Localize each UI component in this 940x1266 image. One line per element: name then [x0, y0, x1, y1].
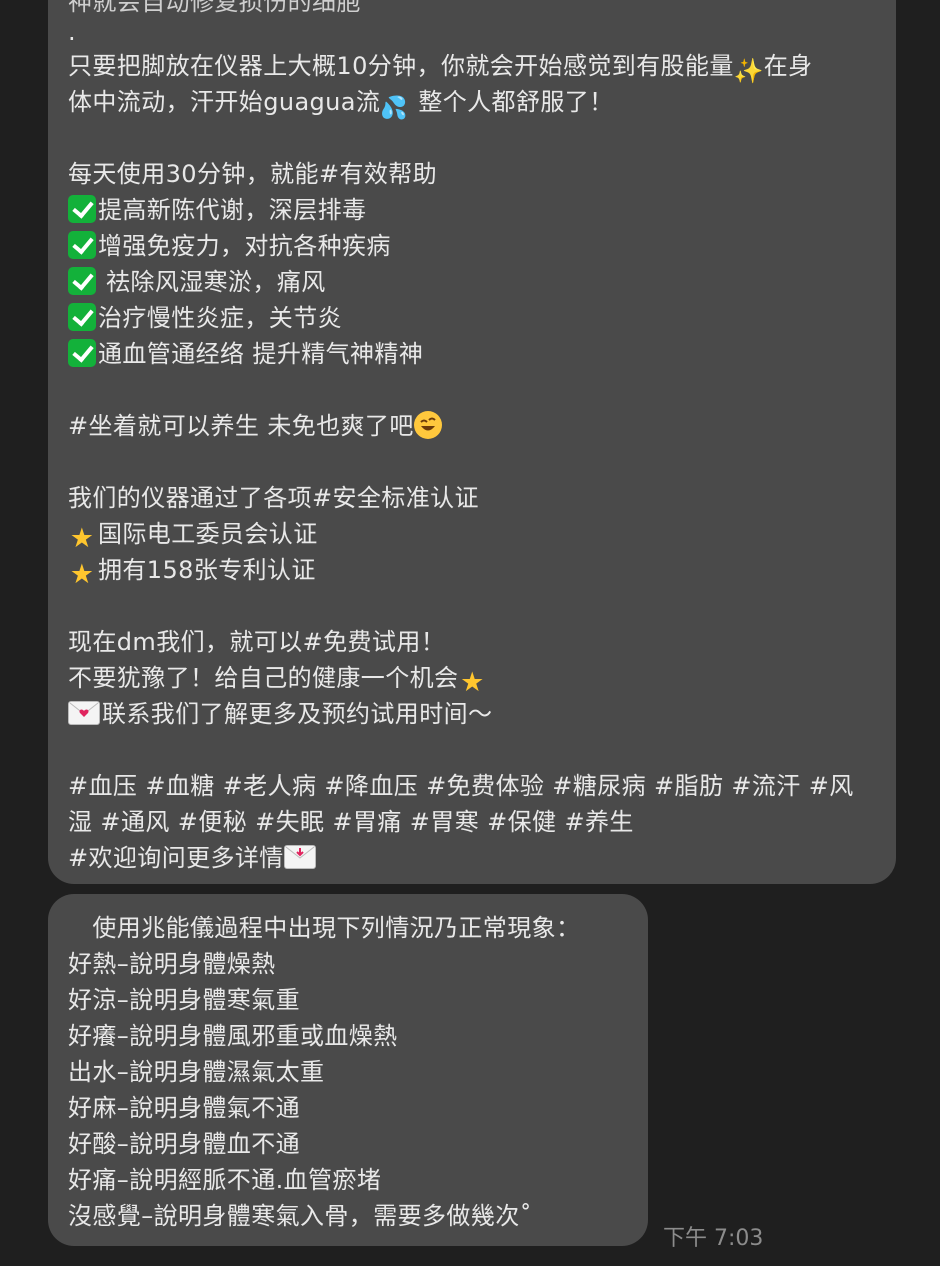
benefit-item: 提高新陈代谢，深层排毒 [68, 192, 876, 228]
message-line: 我们的仪器通过了各项#安全标准认证 [68, 484, 479, 512]
message-line: 现在dm我们，就可以#免费试用！ [68, 628, 446, 656]
check-mark-button-icon [68, 303, 96, 331]
glowing-star-icon: ★ [460, 667, 485, 698]
message-line: 好痛–說明經脈不通.血管瘀堵 [68, 1166, 382, 1194]
message-text: 联系我们了解更多及预约试用时间～ [102, 700, 493, 728]
message-line: 好癢–說明身體風邪重或血燥熱 [68, 1022, 398, 1050]
cert-text: 国际电工委员会认证 [98, 520, 318, 548]
message-line: 沒感覺–說明身體寒氣入骨，需要多做幾次˚ [68, 1202, 532, 1230]
message-timestamp: 下午 7:03 [663, 1226, 764, 1251]
message-text: 不要犹豫了！给自己的健康一个机会 [68, 664, 459, 692]
hashtag-line: #欢迎询问更多详情 [68, 840, 876, 876]
benefit-text: 增强免疫力，对抗各种疾病 [98, 232, 391, 260]
benefit-item: 通血管通经络 提升精气神精神 [68, 336, 876, 372]
message-text: 整个人都舒服了！ [410, 88, 614, 116]
benefit-text: 通血管通经络 提升精气神精神 [98, 340, 424, 368]
check-mark-button-icon [68, 195, 96, 223]
message-line: 出水–說明身體濕氣太重 [68, 1058, 325, 1086]
cert-text: 拥有158张专利认证 [98, 556, 316, 584]
benefit-item: 增强免疫力，对抗各种疾病 [68, 228, 876, 264]
message-text: #坐着就可以养生 未免也爽了吧 [68, 412, 414, 440]
message-line: 每天使用30分钟，就能#有效帮助 [68, 160, 438, 188]
message-text: 体中流动，汗开始guagua流 [68, 88, 381, 116]
message-line: 不要犹豫了！给自己的健康一个机会★ [68, 660, 876, 698]
hashtag-line: 湿 #通风 #便秘 #失眠 #胃痛 #胃寒 #保健 #养生 [68, 808, 634, 836]
sparkles-icon: ✨ [733, 57, 765, 85]
message-line: 好酸–說明身體血不通 [68, 1130, 300, 1158]
message-text: 只要把脚放在仪器上大概10分钟，你就会开始感觉到有股能量 [68, 52, 734, 80]
benefit-text: 治疗慢性炎症，关节炎 [98, 304, 342, 332]
sweat-droplets-icon: 💦 [380, 96, 409, 121]
check-mark-button-icon [68, 231, 96, 259]
check-mark-button-icon [68, 267, 96, 295]
hashtag-line: #血压 #血糖 #老人病 #降血压 #免费体验 #糖尿病 #脂肪 #流汗 #风 [68, 772, 854, 800]
benefit-text: 提高新陈代谢，深层排毒 [98, 196, 367, 224]
incoming-envelope-icon [283, 845, 316, 869]
message-text: 在身 [763, 52, 813, 80]
glowing-star-icon: ★ [69, 523, 95, 554]
message-line: 只要把脚放在仪器上大概10分钟，你就会开始感觉到有股能量✨在身 [68, 48, 876, 85]
benefit-item: 治疗慢性炎症，关节炎 [68, 300, 876, 336]
message-text: #欢迎询问更多详情 [68, 844, 284, 872]
cert-item: ★ 国际电工委员会认证 [68, 516, 876, 554]
love-letter-icon [68, 701, 100, 725]
message-line: 好熱–說明身體燥熱 [68, 950, 276, 978]
message-line-partial: 神就会自动修复损伤的细胞 [68, 0, 361, 16]
message-line-dot: . [68, 18, 77, 46]
message-line: #坐着就可以养生 未免也爽了吧 [68, 408, 876, 444]
glowing-star-icon: ★ [69, 559, 95, 590]
message-bubble-2[interactable]: 使用兆能儀過程中出現下列情況乃正常現象： 好熱–說明身體燥熱 好涼–說明身體寒氣… [48, 894, 648, 1246]
message-line: 使用兆能儀過程中出現下列情況乃正常現象： [68, 914, 581, 942]
message-bubble-1[interactable]: 神就会自动修复损伤的细胞 . 只要把脚放在仪器上大概10分钟，你就会开始感觉到有… [48, 0, 896, 884]
cert-item: ★ 拥有158张专利认证 [68, 552, 876, 590]
message-line: 体中流动，汗开始guagua流💦 整个人都舒服了！ [68, 84, 876, 121]
benefit-item: 祛除风湿寒淤，痛风 [68, 264, 876, 300]
check-mark-button-icon [68, 339, 96, 367]
rolling-laughing-face-icon [413, 411, 442, 439]
message-line: 好麻–說明身體氣不通 [68, 1094, 300, 1122]
message-line: 联系我们了解更多及预约试用时间～ [68, 696, 876, 732]
benefit-text: 祛除风湿寒淤，痛风 [98, 268, 326, 296]
message-line: 好涼–說明身體寒氣重 [68, 986, 300, 1014]
